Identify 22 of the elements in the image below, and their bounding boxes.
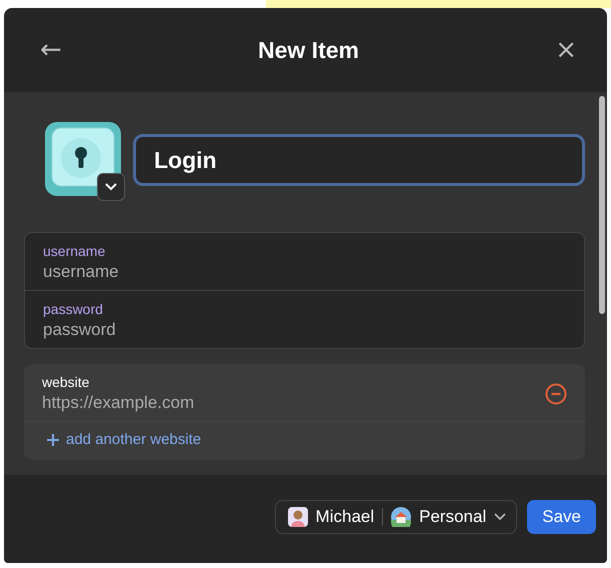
title-field[interactable]: Login [133, 134, 585, 186]
remove-icon[interactable] [545, 382, 567, 404]
house-icon [391, 507, 412, 527]
icon-dropdown-button[interactable] [97, 173, 125, 201]
input-field[interactable]: https://example.com [42, 393, 545, 413]
chevron-down-icon [105, 183, 117, 191]
add-website-button[interactable]: add another website [46, 431, 202, 448]
vault-picker[interactable]: Michael Personal [274, 500, 518, 534]
dialog-title: New Item [258, 36, 359, 64]
back-button[interactable]: ← [36, 37, 66, 63]
avatar-icon [288, 507, 308, 527]
input-field[interactable]: password [43, 320, 566, 340]
close-button[interactable]: × [551, 37, 581, 63]
save-button[interactable]: Save [527, 500, 596, 534]
field-label: website [42, 374, 90, 390]
plus-icon [46, 432, 60, 446]
field-label: password [43, 301, 104, 317]
input-field[interactable]: username [43, 262, 566, 282]
chevron-down-icon [494, 513, 506, 521]
scrollbar-thumb[interactable] [599, 96, 605, 314]
keyhole-icon [45, 122, 121, 196]
field-label: username [43, 243, 106, 259]
